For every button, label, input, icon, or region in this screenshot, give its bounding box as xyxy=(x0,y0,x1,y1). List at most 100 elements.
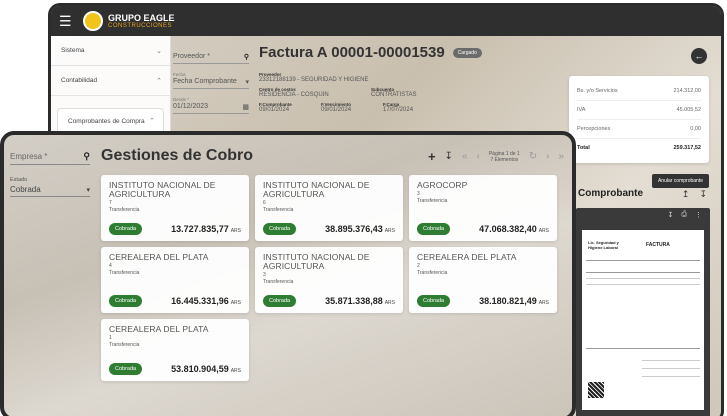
card-payment-type: Transferencia xyxy=(263,206,294,213)
totals-label: IVA xyxy=(577,107,586,113)
currency: ARS xyxy=(384,300,395,306)
totals-row: IVA 45.005,52 xyxy=(577,101,701,120)
currency: ARS xyxy=(230,228,241,234)
totals-label: Bs. y/o Servicios xyxy=(577,88,618,94)
card-amount: 47.068.382,40 ARS xyxy=(479,224,549,234)
next-page-icon[interactable]: › xyxy=(546,151,549,162)
pdf-rule xyxy=(586,348,700,349)
card-client-name: INSTITUTO NACIONAL DE AGRICULTURA xyxy=(263,180,370,199)
card-count: 1 xyxy=(109,334,112,341)
card-client-name: CEREALERA DEL PLATA xyxy=(109,324,209,334)
factura-filters: Proveedor * ⚲ Fecha Fecha Comprobante ▾ De… xyxy=(173,44,249,122)
company-logo: GRUPO EAGLE CONSTRUCCIONES xyxy=(108,13,175,29)
pdf-rule xyxy=(586,278,700,279)
fecha-select[interactable]: Fecha Fecha Comprobante ▾ xyxy=(173,72,249,89)
page-title: Gestiones de Cobro xyxy=(101,147,254,164)
qr-code xyxy=(588,382,604,398)
comprobante-actions: ↥ ↧ xyxy=(682,189,707,200)
anular-comprobante-button[interactable]: Anular comprobante xyxy=(651,174,709,188)
sidebar-item-sistema[interactable]: Sistema ⌄ xyxy=(51,36,170,66)
more-vert-icon[interactable]: ⋮ xyxy=(695,211,702,219)
currency: ARS xyxy=(230,368,241,374)
card-amount: 35.871.338,88 ARS xyxy=(325,296,395,306)
card-count: 3 xyxy=(417,190,420,197)
card-count: 6 xyxy=(263,199,266,206)
amount-value: 16.445.331,96 xyxy=(171,296,229,306)
totals-panel: Bs. y/o Servicios 214.312,00 IVA 45.005,52… xyxy=(569,76,709,163)
gestion-card[interactable]: INSTITUTO NACIONAL DE AGRICULTURA 3 Tran… xyxy=(255,247,403,313)
prev-page-icon[interactable]: ‹ xyxy=(477,151,480,162)
gestiones-window: Empresa * ⚲ Estado Cobrada ▾ Gestiones de … xyxy=(0,131,576,416)
card-payment-type: Transferencia xyxy=(417,269,448,276)
gestion-card[interactable]: CEREALERA DEL PLATA 1 Transferencia Cobr… xyxy=(101,319,249,381)
pdf-rule xyxy=(586,284,700,285)
status-badge: Cobrada xyxy=(417,295,451,307)
proveedor-field[interactable]: Proveedor * ⚲ xyxy=(173,52,249,64)
caret-down-icon: ▾ xyxy=(245,79,249,86)
card-client-name: AGROCORP xyxy=(417,180,468,190)
menu-icon[interactable]: ☰ xyxy=(59,13,77,30)
amount-value: 38.895.376,43 xyxy=(325,224,383,234)
card-count: 4 xyxy=(109,262,112,269)
gestion-card[interactable]: CEREALERA DEL PLATA 4 Transferencia Cobr… xyxy=(101,247,249,313)
pdf-rule xyxy=(642,360,700,361)
download-icon[interactable]: ↧ xyxy=(668,211,674,219)
currency: ARS xyxy=(538,300,549,306)
card-amount: 53.810.904,59 ARS xyxy=(171,364,241,374)
pdf-rule xyxy=(586,260,700,261)
search-icon[interactable]: ⚲ xyxy=(244,53,249,61)
card-amount: 16.445.331,96 ARS xyxy=(171,296,241,306)
estado-select[interactable]: Estado Cobrada ▾ xyxy=(10,177,90,197)
caret-down-icon: ▾ xyxy=(86,186,90,194)
back-arrow-icon[interactable]: ← xyxy=(691,48,707,64)
currency: ARS xyxy=(538,228,549,234)
card-payment-type: Transferencia xyxy=(109,341,140,348)
card-payment-type: Transferencia xyxy=(417,197,448,204)
currency: ARS xyxy=(230,300,241,306)
pdf-viewer[interactable]: ↧ ⎙ ⋮ Lic. Seguridad y Higiene Laboral F… xyxy=(576,208,710,416)
centro-costos-value: RESIDENCIA - COSQUIN xyxy=(259,92,329,98)
gestiones-filters: Empresa * ⚲ Estado Cobrada ▾ xyxy=(10,149,90,209)
sidebar-item-contabilidad[interactable]: Contabilidad ⌃ xyxy=(51,66,170,96)
chevron-down-icon: ⌄ xyxy=(156,47,162,55)
calendar-icon[interactable]: ▦ xyxy=(242,103,249,111)
empresa-placeholder: Empresa * xyxy=(10,152,48,161)
card-payment-type: Transferencia xyxy=(109,206,140,213)
last-page-icon[interactable]: » xyxy=(558,151,564,162)
add-icon[interactable]: + xyxy=(428,149,436,164)
gestion-card[interactable]: CEREALERA DEL PLATA 2 Transferencia Cobr… xyxy=(409,247,557,313)
empresa-field[interactable]: Empresa * ⚲ xyxy=(10,149,90,165)
totals-row: Bs. y/o Servicios 214.312,00 xyxy=(577,82,701,101)
factura-title: Factura A 00001-00001539 xyxy=(259,44,445,61)
status-badge: Cobrada xyxy=(417,223,451,235)
status-badge: Cobrada xyxy=(263,295,297,307)
totals-row: Percepciones 0,00 xyxy=(577,120,701,139)
gestion-card[interactable]: INSTITUTO NACIONAL DE AGRICULTURA 6 Tran… xyxy=(255,175,403,241)
card-count: 7 xyxy=(109,199,112,206)
pdf-company: Lic. Seguridad y Higiene Laboral xyxy=(588,240,619,250)
download-icon[interactable]: ↧ xyxy=(445,151,453,162)
pdf-rule xyxy=(642,368,700,369)
proveedor-value: 23312188139 - SEGURIDAD Y HIGIENE xyxy=(259,77,369,83)
totals-label: Percepciones xyxy=(577,126,611,132)
card-amount: 38.895.376,43 ARS xyxy=(325,224,395,234)
first-page-icon[interactable]: « xyxy=(462,151,468,162)
download-icon[interactable]: ↧ xyxy=(699,189,707,200)
status-badge: Cobrada xyxy=(109,363,143,375)
pdf-rule xyxy=(586,272,700,273)
card-amount: 38.180.821,49 ARS xyxy=(479,296,549,306)
refresh-icon[interactable]: ↻ xyxy=(529,151,537,162)
card-client-name: CEREALERA DEL PLATA xyxy=(109,252,209,262)
gestion-card[interactable]: INSTITUTO NACIONAL DE AGRICULTURA 7 Tran… xyxy=(101,175,249,241)
pdf-toolbar: ↧ ⎙ ⋮ xyxy=(576,208,710,222)
card-client-name: CEREALERA DEL PLATA xyxy=(417,252,517,262)
fcomprobante-value: 09/01/2024 xyxy=(259,107,290,113)
pager-count: 7 Elementos xyxy=(490,156,519,163)
search-icon[interactable]: ⚲ xyxy=(83,151,90,162)
gestion-card[interactable]: AGROCORP 3 Transferencia Cobrada 47.068.… xyxy=(409,175,557,241)
sidebar-item-label: Sistema xyxy=(61,47,85,54)
upload-icon[interactable]: ↥ xyxy=(682,189,690,200)
amount-value: 47.068.382,40 xyxy=(479,224,537,234)
desde-field[interactable]: Desde * 01/12/2023 ▦ xyxy=(173,97,249,114)
print-icon[interactable]: ⎙ xyxy=(681,211,687,219)
